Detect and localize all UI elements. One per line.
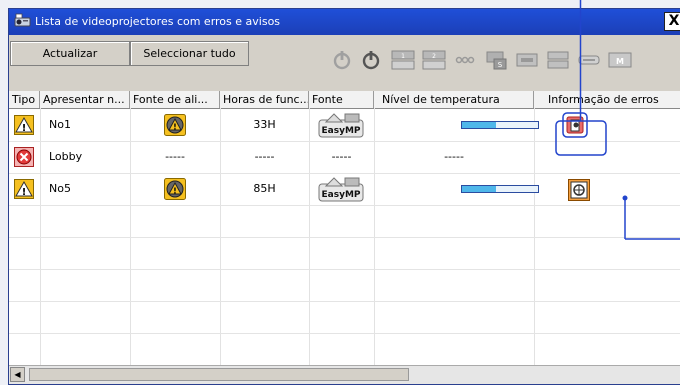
header-source[interactable]: Fonte bbox=[309, 91, 374, 108]
svg-text:S: S bbox=[498, 61, 503, 69]
empty-row bbox=[9, 205, 680, 238]
lamp-cover-error-icon[interactable] bbox=[562, 112, 588, 141]
fan-error-icon[interactable] bbox=[568, 179, 590, 204]
input-dvi-icon[interactable] bbox=[545, 49, 571, 71]
refresh-button[interactable]: Actualizar bbox=[10, 41, 130, 66]
easymp-source-icon: EasyMP bbox=[318, 176, 364, 205]
header-operating-hours[interactable]: Horas de func... bbox=[220, 91, 309, 108]
header-temperature[interactable]: Nível de temperatura bbox=[374, 91, 534, 108]
input-computer1-icon[interactable]: 1 bbox=[390, 49, 416, 71]
temperature-fill bbox=[462, 186, 497, 192]
warning-icon: ! bbox=[14, 179, 34, 202]
projector-app-icon bbox=[14, 13, 32, 29]
svg-text:M: M bbox=[616, 57, 624, 66]
table-header: Tipo Apresentar n... Fonte de ali... Hor… bbox=[9, 91, 680, 109]
error-list-window: Lista de videoprojectores com erros e av… bbox=[8, 8, 680, 385]
table-row[interactable]: ! No1 ! 33H EasyMP bbox=[9, 109, 680, 142]
projector-table: Tipo Apresentar n... Fonte de ali... Hor… bbox=[9, 91, 680, 366]
header-error-info[interactable]: Informação de erros bbox=[534, 91, 680, 108]
temperature-status: ----- bbox=[444, 150, 464, 163]
svg-text:!: ! bbox=[173, 123, 177, 132]
header-power-source[interactable]: Fonte de ali... bbox=[130, 91, 220, 108]
easymp-source-icon: EasyMP bbox=[318, 112, 364, 141]
power-standby-icon[interactable] bbox=[358, 49, 384, 71]
source-status: ----- bbox=[331, 150, 352, 163]
operating-hours: 33H bbox=[253, 118, 276, 131]
close-button[interactable]: X bbox=[664, 12, 680, 31]
operating-hours: 85H bbox=[253, 182, 276, 195]
empty-row bbox=[9, 237, 680, 270]
window-title: Lista de videoprojectores com erros e av… bbox=[35, 15, 281, 28]
svg-text:1: 1 bbox=[401, 53, 405, 60]
temperature-bar bbox=[461, 185, 539, 193]
input-video-icon[interactable] bbox=[452, 49, 478, 71]
input-hdmi-icon[interactable] bbox=[514, 49, 540, 71]
svg-text:!: ! bbox=[22, 123, 27, 134]
svg-text:!: ! bbox=[22, 187, 27, 198]
table-row[interactable]: Lobby ----- ----- ----- ----- bbox=[9, 141, 680, 174]
select-all-button[interactable]: Seleccionar tudo bbox=[130, 41, 249, 66]
projector-name: Lobby bbox=[49, 150, 83, 163]
temperature-bar bbox=[461, 121, 539, 129]
header-display-name[interactable]: Apresentar n... bbox=[40, 91, 130, 108]
svg-text:!: ! bbox=[173, 187, 177, 196]
empty-row bbox=[9, 301, 680, 334]
scroll-left-arrow-icon[interactable]: ◀ bbox=[10, 367, 25, 382]
input-computer2-icon[interactable]: 2 bbox=[421, 49, 447, 71]
warning-icon: ! bbox=[14, 115, 34, 138]
projector-name: No5 bbox=[49, 182, 71, 195]
power-warning-icon: ! bbox=[164, 114, 186, 139]
empty-row bbox=[9, 269, 680, 302]
toolbar: Actualizar Seleccionar tudo 1 2 S M bbox=[9, 35, 680, 92]
input-svideo-icon[interactable]: S bbox=[483, 49, 509, 71]
temperature-fill bbox=[462, 122, 497, 128]
projector-name: No1 bbox=[49, 118, 71, 131]
input-network-icon[interactable]: M bbox=[607, 49, 633, 71]
horizontal-scrollbar[interactable]: ◀ bbox=[9, 365, 680, 384]
table-row[interactable]: ! No5 ! 85H EasyMP bbox=[9, 173, 680, 206]
power-status: ----- bbox=[165, 150, 185, 163]
power-on-icon[interactable] bbox=[329, 49, 355, 71]
title-bar: Lista de videoprojectores com erros e av… bbox=[9, 9, 680, 35]
input-usb-icon[interactable] bbox=[576, 49, 602, 71]
operating-hours: ----- bbox=[254, 150, 275, 163]
error-icon bbox=[14, 147, 34, 170]
power-warning-icon: ! bbox=[164, 178, 186, 203]
svg-text:2: 2 bbox=[432, 53, 436, 60]
svg-text:EasyMP: EasyMP bbox=[322, 190, 361, 200]
svg-text:EasyMP: EasyMP bbox=[322, 126, 361, 136]
scroll-thumb[interactable] bbox=[29, 368, 409, 381]
header-type[interactable]: Tipo bbox=[9, 91, 40, 108]
